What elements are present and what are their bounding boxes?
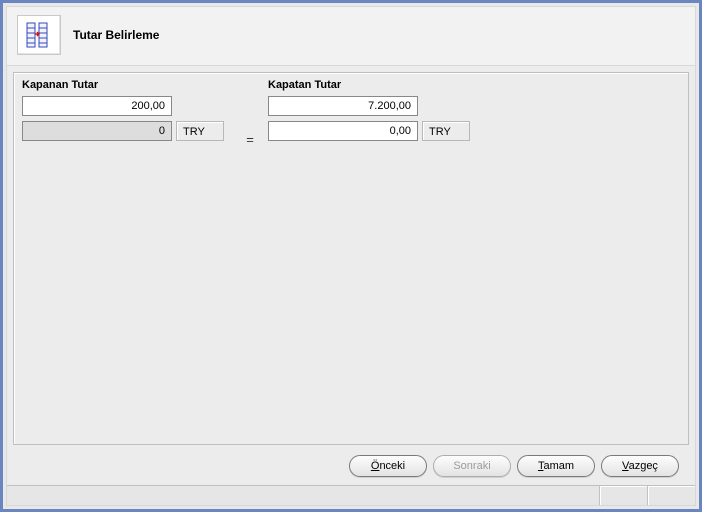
window-frame: Tutar Belirleme Kapanan Tutar TRY [0,0,702,512]
group-kapatan: Kapatan Tutar TRY [268,79,478,145]
ok-rest: amam [543,460,574,472]
content-wrap: Kapanan Tutar TRY = Kapatan Tutar [13,72,689,485]
header: Tutar Belirleme [7,7,695,66]
spacer [176,96,224,116]
kapatan-currency: TRY [422,121,470,141]
kapatan-label: Kapatan Tutar [268,79,478,91]
kapatan-amount-1[interactable] [268,96,418,116]
status-bar [7,485,695,505]
columns-icon [24,20,54,50]
ok-button[interactable]: Tamam [517,455,595,477]
kapanan-amount-2[interactable] [22,121,172,141]
prev-button[interactable]: Önceki [349,455,427,477]
header-icon-box [17,15,61,55]
cancel-rest: azgeç [629,460,658,472]
cancel-button[interactable]: Vazgeç [601,455,679,477]
group-kapanan: Kapanan Tutar TRY [22,79,232,145]
spacer [422,96,470,116]
next-button: Sonraki [433,455,511,477]
button-row: Önceki Sonraki Tamam Vazgeç [13,445,689,485]
content-panel: Kapanan Tutar TRY = Kapatan Tutar [13,72,689,445]
equals-sign: = [232,79,268,153]
kapanan-currency: TRY [176,121,224,141]
prev-rest: nceki [379,460,405,472]
status-cell-1 [599,486,647,505]
page-title: Tutar Belirleme [73,28,159,42]
kapanan-label: Kapanan Tutar [22,79,232,91]
status-cell-2 [647,486,695,505]
kapanan-amount-1[interactable] [22,96,172,116]
kapatan-amount-2[interactable] [268,121,418,141]
window-inner: Tutar Belirleme Kapanan Tutar TRY [6,6,696,506]
